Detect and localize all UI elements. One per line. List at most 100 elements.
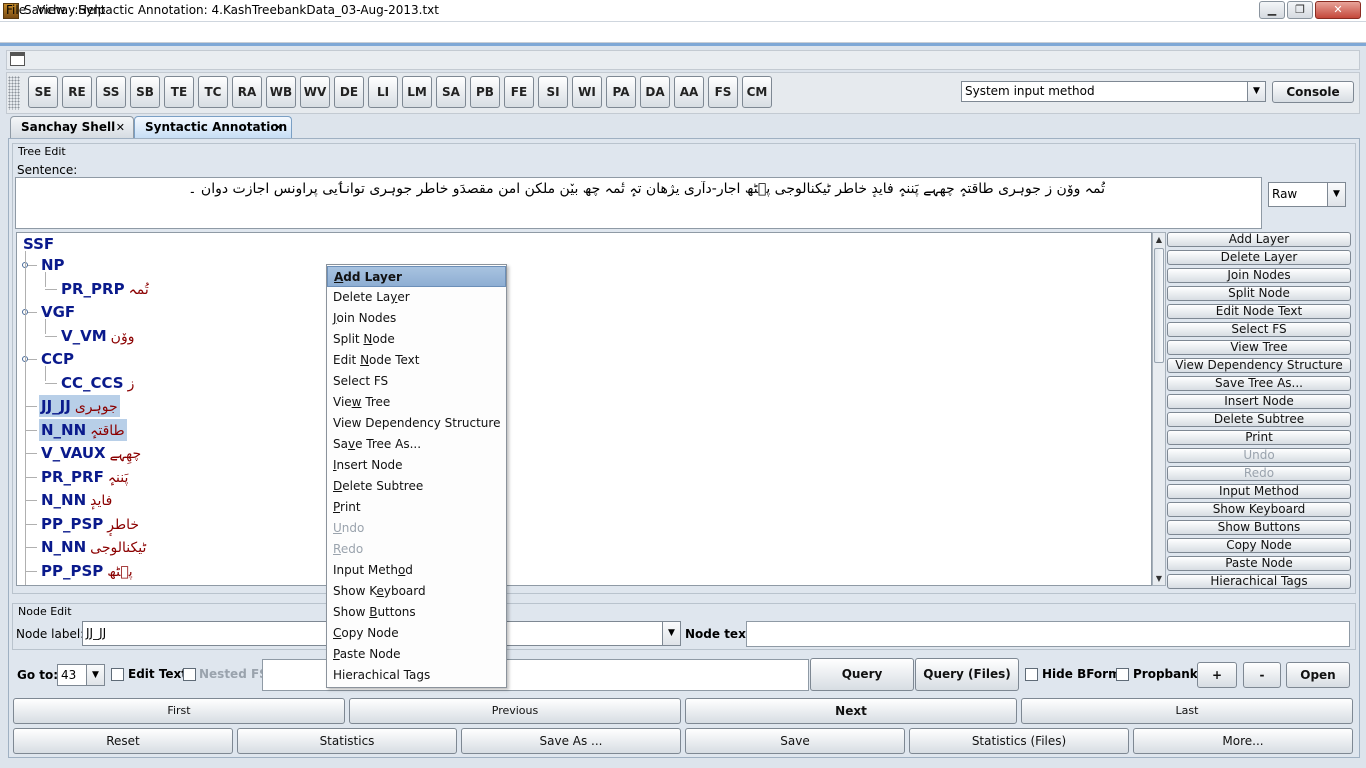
side-button-input-method[interactable]: Input Method: [1167, 484, 1351, 499]
toolbar-button-ra[interactable]: RA: [232, 76, 262, 108]
tree-node[interactable]: N_NN طاقتہٕ: [39, 418, 127, 441]
side-button-undo[interactable]: Undo: [1167, 448, 1351, 463]
context-menu-item[interactable]: Edit Node Text: [327, 350, 506, 371]
tree-node[interactable]: V_VAUX چھِہے: [39, 442, 143, 464]
chevron-down-icon[interactable]: ▼: [662, 622, 680, 645]
maximize-button[interactable]: ❐: [1287, 1, 1313, 19]
more-button[interactable]: More...: [1133, 728, 1353, 754]
toolbar-button-aa[interactable]: AA: [674, 76, 704, 108]
side-button-save-tree-as[interactable]: Save Tree As...: [1167, 376, 1351, 391]
chevron-down-icon[interactable]: ▼: [1327, 183, 1345, 206]
save-as-button[interactable]: Save As ...: [461, 728, 681, 754]
side-button-view-tree[interactable]: View Tree: [1167, 340, 1351, 355]
chevron-down-icon[interactable]: ▼: [1247, 82, 1265, 101]
context-menu-item[interactable]: View Tree: [327, 392, 506, 413]
side-button-select-fs[interactable]: Select FS: [1167, 322, 1351, 337]
scroll-thumb[interactable]: [1154, 248, 1164, 363]
last-button[interactable]: Last: [1021, 698, 1353, 724]
toolbar-button-wv[interactable]: WV: [300, 76, 330, 108]
side-button-print[interactable]: Print: [1167, 430, 1351, 445]
remove-button[interactable]: -: [1243, 662, 1281, 688]
context-menu-item[interactable]: Show Buttons: [327, 602, 506, 623]
toolbar-button-si[interactable]: SI: [538, 76, 568, 108]
side-button-hierachical-tags[interactable]: Hierachical Tags: [1167, 574, 1351, 589]
side-button-join-nodes[interactable]: Join Nodes: [1167, 268, 1351, 283]
close-icon[interactable]: ✕: [116, 117, 125, 138]
side-button-insert-node[interactable]: Insert Node: [1167, 394, 1351, 409]
context-menu-item[interactable]: Delete Subtree: [327, 476, 506, 497]
side-button-copy-node[interactable]: Copy Node: [1167, 538, 1351, 553]
console-button[interactable]: Console: [1272, 81, 1354, 103]
window-icon[interactable]: [10, 52, 25, 66]
nested-fs-checkbox[interactable]: [183, 668, 196, 681]
open-button[interactable]: Open: [1286, 662, 1350, 688]
context-menu-item[interactable]: Undo: [327, 518, 506, 539]
hide-bform-checkbox[interactable]: [1025, 668, 1038, 681]
tree-node[interactable]: PP_PSP خاطرٕ: [39, 513, 141, 535]
context-menu-item[interactable]: Save Tree As...: [327, 434, 506, 455]
context-menu-item[interactable]: Split Node: [327, 329, 506, 350]
tree-node[interactable]: JJ_JJ جوہری: [39, 395, 120, 417]
first-button[interactable]: First: [13, 698, 345, 724]
edit-text-checkbox[interactable]: [111, 668, 124, 681]
query-files-button[interactable]: Query (Files): [915, 658, 1019, 691]
input-method-select[interactable]: System input method ▼: [961, 81, 1266, 102]
toolbar-grip[interactable]: [8, 76, 20, 110]
tree-node[interactable]: PR_PRF پَننہٕ: [39, 466, 130, 488]
toolbar-button-cm[interactable]: CM: [742, 76, 772, 108]
context-menu-item[interactable]: Show Keyboard: [327, 581, 506, 602]
context-menu-item[interactable]: Add Layer: [327, 266, 506, 287]
next-button[interactable]: Next: [685, 698, 1017, 724]
menu-help[interactable]: Help: [78, 3, 105, 17]
add-button[interactable]: +: [1197, 662, 1237, 688]
side-button-redo[interactable]: Redo: [1167, 466, 1351, 481]
side-button-edit-node-text[interactable]: Edit Node Text: [1167, 304, 1351, 319]
tree-node[interactable]: PR_PRP تُمہ: [59, 278, 151, 300]
toolbar-button-sb[interactable]: SB: [130, 76, 160, 108]
propbank-checkbox[interactable]: [1116, 668, 1129, 681]
chevron-down-icon[interactable]: ▼: [86, 665, 104, 685]
statistics-files-button[interactable]: Statistics (Files): [909, 728, 1129, 754]
context-menu-item[interactable]: View Dependency Structure: [327, 413, 506, 434]
toolbar-button-te[interactable]: TE: [164, 76, 194, 108]
tree-node[interactable]: CC_CCS ز: [59, 372, 136, 394]
context-menu-item[interactable]: Insert Node: [327, 455, 506, 476]
toolbar-button-lm[interactable]: LM: [402, 76, 432, 108]
side-button-show-buttons[interactable]: Show Buttons: [1167, 520, 1351, 535]
scroll-down-icon[interactable]: ▼: [1153, 573, 1165, 585]
toolbar-button-da[interactable]: DA: [640, 76, 670, 108]
statistics-button[interactable]: Statistics: [237, 728, 457, 754]
tree-view[interactable]: SSF NP PR_PRP تُمہ VGF V_VM ووٚن CCP CC_CCS ز JJ_…: [16, 232, 1152, 586]
side-button-delete-layer[interactable]: Delete Layer: [1167, 250, 1351, 265]
side-button-show-keyboard[interactable]: Show Keyboard: [1167, 502, 1351, 517]
previous-button[interactable]: Previous: [349, 698, 681, 724]
context-menu-item[interactable]: Select FS: [327, 371, 506, 392]
side-button-delete-subtree[interactable]: Delete Subtree: [1167, 412, 1351, 427]
context-menu-item[interactable]: Redo: [327, 539, 506, 560]
toolbar-button-wb[interactable]: WB: [266, 76, 296, 108]
context-menu-item[interactable]: Print: [327, 497, 506, 518]
goto-select[interactable]: 43 ▼: [57, 664, 105, 686]
toolbar-button-wi[interactable]: WI: [572, 76, 602, 108]
minimize-button[interactable]: ▁: [1259, 1, 1285, 19]
toolbar-button-li[interactable]: LI: [368, 76, 398, 108]
tab-sanchay-shell[interactable]: Sanchay Shell ✕: [10, 116, 134, 138]
context-menu-item[interactable]: Copy Node: [327, 623, 506, 644]
tree-node-root[interactable]: SSF: [21, 233, 56, 255]
close-icon[interactable]: ✕: [274, 117, 283, 138]
scroll-up-icon[interactable]: ▲: [1153, 234, 1165, 246]
tree-node[interactable]: N_NN فایدٕ: [39, 489, 114, 511]
tree-node[interactable]: NP: [39, 254, 71, 276]
context-menu-item[interactable]: Paste Node: [327, 644, 506, 665]
tree-node[interactable]: V_VM ووٚن: [59, 325, 136, 347]
reset-button[interactable]: Reset: [13, 728, 233, 754]
toolbar-button-pa[interactable]: PA: [606, 76, 636, 108]
tree-node[interactable]: N_NN ٹیکنالوجی: [39, 536, 148, 558]
toolbar-button-tc[interactable]: TC: [198, 76, 228, 108]
toolbar-button-ss[interactable]: SS: [96, 76, 126, 108]
tree-node[interactable]: PP_PSP پ۪ٹھ: [39, 560, 135, 582]
menu-file[interactable]: File: [6, 3, 26, 17]
close-window-button[interactable]: ✕: [1315, 1, 1361, 19]
side-button-view-dependency-structure[interactable]: View Dependency Structure: [1167, 358, 1351, 373]
side-button-paste-node[interactable]: Paste Node: [1167, 556, 1351, 571]
